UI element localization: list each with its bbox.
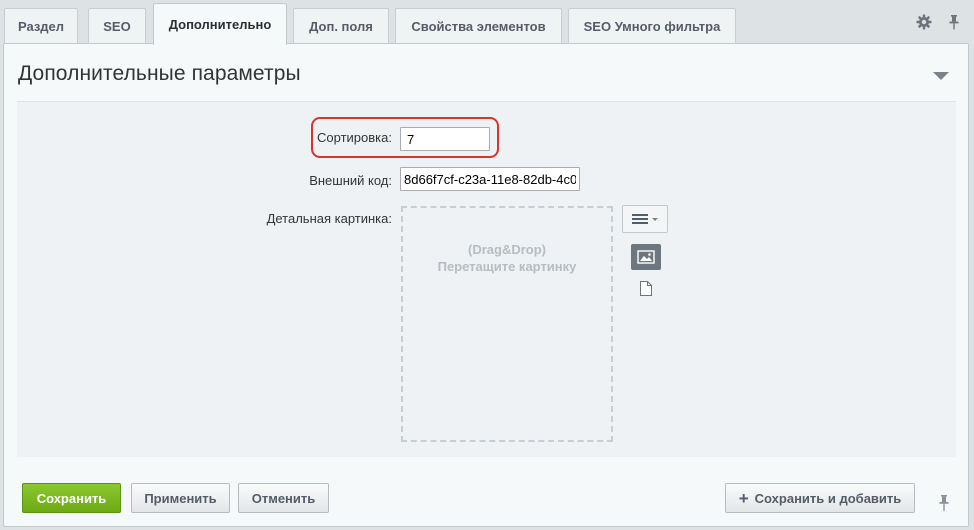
apply-button[interactable]: Применить: [131, 483, 230, 513]
save-and-add-label: Сохранить и добавить: [754, 490, 902, 506]
detail-picture-label: Детальная картинка:: [266, 211, 392, 226]
tab-label: Свойства элементов: [411, 19, 546, 34]
sort-input[interactable]: [400, 127, 490, 151]
cancel-button[interactable]: Отменить: [238, 483, 329, 513]
gear-icon[interactable]: [916, 14, 932, 30]
tab-label: SEO Умного фильтра: [583, 19, 721, 34]
file-icon[interactable]: [639, 280, 653, 297]
tab-smart-filter-seo[interactable]: SEO Умного фильтра: [568, 8, 736, 44]
tab-label: SEO: [103, 19, 131, 34]
pin-icon[interactable]: [937, 494, 951, 512]
plus-icon: +: [738, 488, 749, 508]
image-upload-button[interactable]: [631, 244, 661, 270]
tab-section[interactable]: Раздел: [4, 8, 78, 44]
picture-menu-button[interactable]: [622, 205, 668, 233]
external-code-label: Внешний код:: [309, 173, 392, 188]
image-dropzone[interactable]: (Drag&Drop) Перетащите картинку: [401, 206, 613, 442]
tab-seo[interactable]: SEO: [88, 8, 146, 44]
pin-icon[interactable]: [946, 14, 962, 30]
additional-panel: Дополнительные параметры Сортировка: Вне…: [3, 43, 969, 527]
dropzone-hint: (Drag&Drop): [468, 242, 546, 257]
panel-title: Дополнительные параметры: [18, 62, 301, 85]
save-button[interactable]: Сохранить: [22, 483, 121, 513]
tab-bar: Раздел SEO Дополнительно Доп. поля Свойс…: [0, 0, 974, 45]
form-area: Сортировка: Внешний код: Детальная карти…: [17, 101, 956, 457]
form-footer: Сохранить Применить Отменить + Сохранить…: [4, 474, 968, 528]
tab-additional[interactable]: Дополнительно: [153, 3, 287, 45]
hamburger-menu-icon: [632, 214, 658, 224]
sort-label: Сортировка:: [317, 130, 392, 145]
image-icon: [637, 250, 655, 264]
external-code-input[interactable]: [400, 167, 580, 191]
save-and-add-button[interactable]: + Сохранить и добавить: [725, 483, 915, 513]
tab-element-properties[interactable]: Свойства элементов: [395, 8, 562, 44]
tab-label: Доп. поля: [309, 19, 373, 34]
tab-extra-fields[interactable]: Доп. поля: [293, 8, 389, 44]
tab-label: Дополнительно: [168, 17, 272, 32]
tab-label: Раздел: [17, 19, 65, 34]
dropzone-text: Перетащите картинку: [437, 259, 577, 274]
panel-header: Дополнительные параметры: [4, 44, 968, 102]
collapse-triangle-icon[interactable]: [932, 70, 950, 82]
